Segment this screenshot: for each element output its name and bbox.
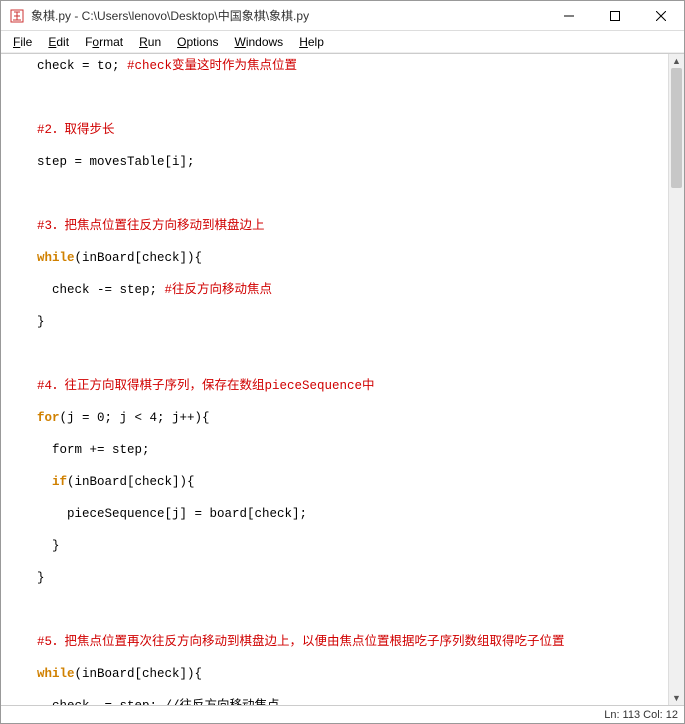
menu-windows[interactable]: Windows — [227, 33, 292, 51]
statusbar: Ln: 113 Col: 12 — [1, 705, 684, 723]
menu-file[interactable]: File — [5, 33, 40, 51]
window-title: 象棋.py - C:\Users\lenovo\Desktop\中国象棋\象棋.… — [31, 7, 546, 24]
app-icon — [9, 8, 25, 24]
scroll-up-icon[interactable]: ▲ — [669, 54, 684, 68]
close-button[interactable] — [638, 1, 684, 30]
cursor-position: Ln: 113 Col: 12 — [604, 709, 678, 721]
editor-container: check = to; #check变量这时作为焦点位置 #2．取得步长 ste… — [1, 53, 684, 705]
vertical-scrollbar[interactable]: ▲ ▼ — [668, 54, 684, 705]
minimize-button[interactable] — [546, 1, 592, 30]
menu-edit[interactable]: Edit — [40, 33, 77, 51]
maximize-button[interactable] — [592, 1, 638, 30]
titlebar[interactable]: 象棋.py - C:\Users\lenovo\Desktop\中国象棋\象棋.… — [1, 1, 684, 31]
menu-help[interactable]: Help — [291, 33, 332, 51]
app-window: 象棋.py - C:\Users\lenovo\Desktop\中国象棋\象棋.… — [0, 0, 685, 724]
scrollbar-thumb[interactable] — [671, 68, 682, 188]
menu-options[interactable]: Options — [169, 33, 226, 51]
window-controls — [546, 1, 684, 30]
code-editor[interactable]: check = to; #check变量这时作为焦点位置 #2．取得步长 ste… — [1, 54, 668, 705]
menu-format[interactable]: Format — [77, 33, 131, 51]
menubar: File Edit Format Run Options Windows Hel… — [1, 31, 684, 53]
scroll-down-icon[interactable]: ▼ — [669, 691, 684, 705]
menu-run[interactable]: Run — [131, 33, 169, 51]
